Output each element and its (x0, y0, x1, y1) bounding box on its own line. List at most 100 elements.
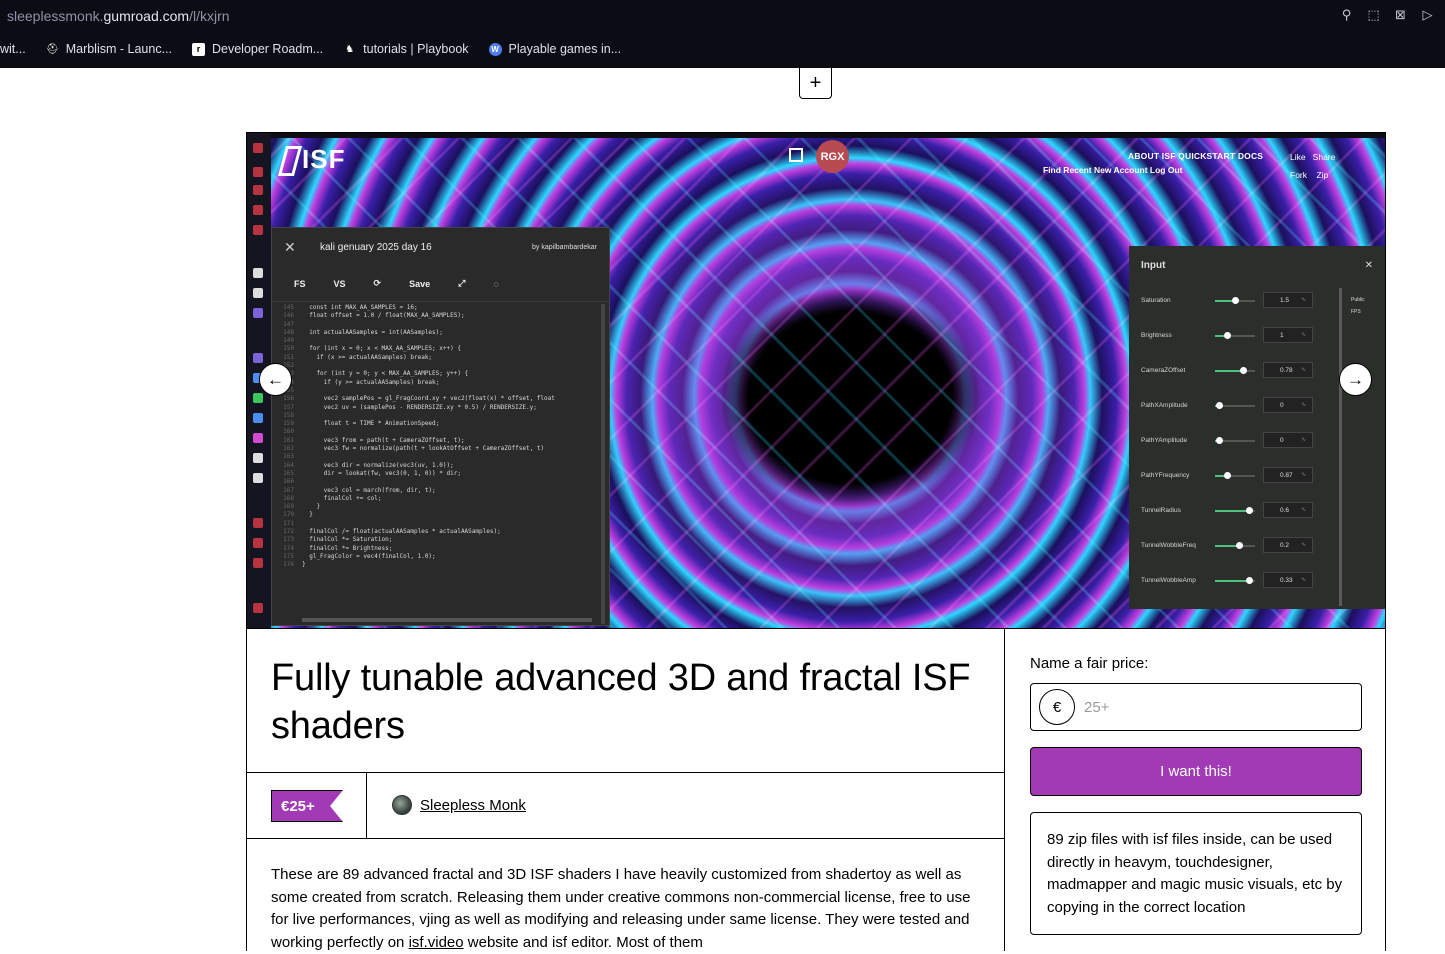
creator-link[interactable]: Sleepless Monk (392, 795, 526, 815)
line-text: vec3 dir = normalize(vec3(uv, 1.0)); (302, 461, 454, 469)
url-text[interactable]: sleeplessmonk.gumroad.com/l/kxjrn (7, 8, 230, 24)
wave-icon: ∿ (1301, 297, 1307, 303)
line-text: vec2 uv = (samplePos - RENDERSIZE.xy * 0… (302, 403, 537, 411)
marblism-icon: ⛑ (45, 43, 59, 55)
line-number: 162 (283, 445, 294, 453)
bookmark-label: Playable games in... (508, 42, 622, 56)
url-subdomain: sleeplessmonk. (7, 8, 104, 24)
code-line: 155 (272, 387, 609, 395)
input-label: TunnelRadius (1141, 507, 1181, 514)
price-column: €25+ (247, 773, 367, 838)
line-number: 176 (283, 561, 294, 569)
code-line: 162 vec3 fw = normalize(path(t + lookAtO… (272, 445, 609, 453)
code-line: 169 } (272, 503, 609, 511)
bookmark-label: Marblism - Launc... (65, 42, 172, 56)
line-number: 161 (283, 436, 294, 444)
code-line: 152 (272, 362, 609, 370)
line-number: 168 (283, 494, 294, 502)
product-details: Fully tunable advanced 3D and fractal IS… (246, 628, 1386, 951)
editor-author: by kapilbambardekar (532, 243, 597, 251)
url-bar[interactable]: sleeplessmonk.gumroad.com/l/kxjrn ⚲ ⬚ ⊠ … (0, 0, 1445, 32)
bookmark-item[interactable]: wit... (0, 42, 26, 56)
input-row: Saturation 1.5 ∿ (1129, 284, 1385, 319)
window-icon (789, 148, 803, 162)
i-want-this-button[interactable]: I want this! (1030, 747, 1362, 796)
isf-nav-bottom: Find Recent New Account Log Out (1043, 165, 1183, 175)
code-line: 150 for (int x = 0; x < MAX_AA_SAMPLES; … (272, 345, 609, 353)
code-line: 148 int actualAASamples = int(AASamples)… (272, 329, 609, 337)
price-input-wrapper[interactable]: € (1030, 683, 1362, 731)
screenshot-icon[interactable]: ⬚ (1366, 7, 1381, 22)
slider-knob (1246, 577, 1253, 584)
code-line: 173 finalCol *= Saturation; (272, 536, 609, 544)
isf-logo-text: ISF (302, 144, 346, 174)
creator-name[interactable]: Sleepless Monk (420, 797, 526, 814)
code-line: 167 vec3 col = march(from, dir, t); (272, 487, 609, 495)
line-text: float offset = 1.0 / float(MAX_AA_SAMPLE… (302, 312, 465, 320)
line-number: 150 (283, 345, 294, 353)
slider-knob (1216, 437, 1223, 444)
playbook-icon: ♞ (345, 43, 355, 55)
line-number: 174 (283, 544, 294, 552)
code-hscrollbar (302, 618, 592, 622)
slider-fill (1215, 510, 1249, 512)
input-side-labels: Public FPS (1351, 294, 1365, 318)
slider-knob (1224, 332, 1231, 339)
pin-icon[interactable]: ⚲ (1339, 7, 1354, 22)
add-button[interactable]: + (799, 68, 832, 99)
input-row: Brightness 1 ∿ (1129, 319, 1385, 354)
line-text: const int MAX_AA_SAMPLES = 16; (302, 304, 418, 311)
code-line: 158 (272, 412, 609, 420)
isf-nav-right: Like Share Fork Zip (1290, 152, 1336, 180)
bookmark-item[interactable]: W Playable games in... (488, 42, 622, 56)
code-line: 160 (272, 428, 609, 436)
vs-tab: VS (333, 278, 346, 289)
slider-knob (1236, 542, 1243, 549)
avatar (392, 795, 412, 815)
next-image-button[interactable]: → (1339, 363, 1372, 396)
wave-icon: ∿ (1301, 367, 1307, 373)
line-number: 156 (283, 395, 294, 403)
code-line: 157 vec2 uv = (samplePos - RENDERSIZE.xy… (272, 404, 609, 412)
code-line: 161 vec3 from = path(t + CameraZOffset, … (272, 437, 609, 445)
bookmark-label: Developer Roadm... (211, 42, 324, 56)
save-label: Save (409, 278, 431, 289)
previous-image-button[interactable]: ← (259, 363, 292, 396)
line-number: 147 (283, 320, 294, 328)
code-editor-panel: ✕ kali genuary 2025 day 16 by kapilbamba… (271, 227, 610, 626)
slider-knob (1224, 472, 1231, 479)
line-text: if (x >= actualAASamples) break; (302, 353, 433, 361)
wave-icon: ∿ (1301, 332, 1307, 338)
input-row: PathXAmplitude 0 ∿ (1129, 389, 1385, 424)
line-text: int actualAASamples = int(AASamples); (302, 328, 443, 336)
line-text: finalCol *= Saturation; (302, 536, 393, 544)
code-line: 163 (272, 453, 609, 461)
code-line: 170 } (272, 511, 609, 519)
line-text: gl_FragColor = vec4(finalCol, 1.0); (302, 552, 436, 560)
avatar: RGX (816, 140, 849, 173)
input-row: PathYFrequency 0.87 ∿ (1129, 459, 1385, 494)
input-label: PathYAmplitude (1141, 437, 1188, 444)
bookmark-item[interactable]: ♞ tutorials | Playbook (343, 42, 468, 56)
bookmark-item[interactable]: ⛑ Marblism - Launc... (46, 42, 172, 56)
line-text: vec3 fw = normalize(path(t + lookAtOffse… (302, 445, 545, 453)
send-icon[interactable]: ▷ (1420, 7, 1435, 22)
line-text: } (302, 511, 313, 519)
bookmark-item[interactable]: r Developer Roadm... (191, 42, 324, 56)
wave-icon: ∿ (1301, 577, 1307, 583)
code-line: 172 finalCol /= float(actualAASamples * … (272, 528, 609, 536)
input-label: PathYFrequency (1141, 472, 1190, 479)
url-host: gumroad.com (103, 8, 190, 24)
close-icon: ✕ (284, 238, 296, 255)
extension-icon[interactable]: ⊠ (1393, 7, 1408, 22)
price-input[interactable] (1084, 698, 1324, 716)
input-label: TunnelWobbleAmp (1141, 577, 1196, 584)
code-line: 146 float offset = 1.0 / float(MAX_AA_SA… (272, 312, 609, 320)
public-label: Public (1351, 297, 1365, 303)
wave-icon: ∿ (1301, 472, 1307, 478)
line-number: 145 (283, 304, 294, 311)
code-line: 176} (272, 561, 609, 569)
description-text-end: website and isf editor. Most of them (463, 933, 703, 951)
isf-video-link[interactable]: isf.video (409, 934, 464, 951)
code-line: 153 for (int y = 0; y < MAX_AA_SAMPLES; … (272, 370, 609, 378)
